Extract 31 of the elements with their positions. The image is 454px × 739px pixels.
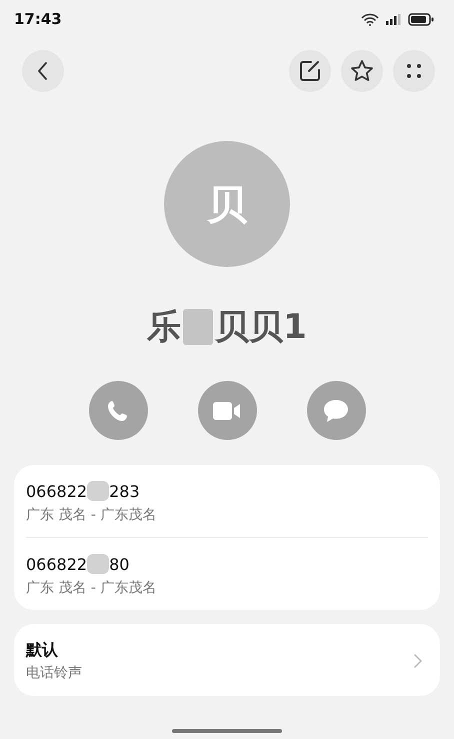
back-icon (38, 62, 48, 80)
signal-icon (386, 14, 401, 24)
chevron-right-icon (414, 654, 422, 668)
contact-name: 乐 (147, 306, 182, 349)
ringtone-row[interactable]: 默认 电话铃声 (14, 624, 440, 696)
edit-icon (299, 60, 321, 82)
phone-icon (106, 398, 130, 422)
back-button[interactable] (22, 50, 64, 92)
number-location: 广东 茂名 - 广东茂名 (26, 579, 158, 597)
more-icon (406, 63, 422, 79)
avatar-initial: 贝 (207, 180, 247, 230)
phone-number[interactable]: 283 (109, 482, 140, 500)
edit-button[interactable] (289, 50, 331, 92)
ringtone-value: 默认 (26, 640, 59, 661)
video-camera-icon (213, 400, 241, 420)
favorite-button[interactable] (341, 50, 383, 92)
phone-number[interactable]: 80 (109, 554, 130, 574)
status-time: 17:43 (14, 10, 62, 28)
message-icon (323, 398, 349, 422)
battery-icon (408, 12, 434, 26)
number-location: 广东 茂名 - 广东茂名 (26, 506, 158, 524)
wifi-icon (361, 12, 379, 26)
redaction-mark (183, 309, 214, 345)
phone-number[interactable]: 066822 (26, 554, 88, 574)
ringtone-label: 电话铃声 (26, 664, 83, 682)
more-button[interactable] (393, 50, 435, 92)
contact-name: 贝贝1 (215, 306, 307, 349)
redaction-mark (87, 554, 110, 574)
phone-number[interactable]: 066822 (26, 482, 88, 500)
redaction-mark (87, 481, 110, 501)
star-icon (350, 59, 374, 83)
